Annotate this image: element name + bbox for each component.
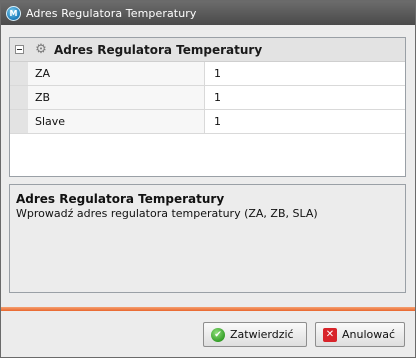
category-title: Adres Regulatora Temperatury — [54, 42, 263, 57]
window-title: Adres Regulatora Temperatury — [26, 6, 197, 20]
row-gutter — [10, 110, 28, 133]
property-value-zb[interactable]: 1 — [205, 86, 405, 109]
confirm-button[interactable]: ✔ Zatwierdzić — [203, 322, 307, 347]
property-row-slave[interactable]: Slave 1 — [10, 110, 405, 134]
app-logo-icon: M — [6, 5, 21, 21]
close-icon: ✕ — [323, 327, 337, 342]
property-name: ZA — [28, 62, 205, 85]
gear-icon: ⚙ — [35, 41, 47, 57]
property-value-za[interactable]: 1 — [205, 62, 405, 85]
property-grid: ⚙ Adres Regulatora Temperatury ZA 1 ZB 1… — [9, 37, 406, 177]
property-name: Slave — [28, 110, 205, 133]
property-name: ZB — [28, 86, 205, 109]
property-row-zb[interactable]: ZB 1 — [10, 86, 405, 110]
category-row[interactable]: ⚙ Adres Regulatora Temperatury — [10, 38, 405, 62]
button-bar: ✔ Zatwierdzić ✕ Anulować — [1, 311, 415, 357]
help-panel: Adres Regulatora Temperatury Wprowadź ad… — [9, 184, 406, 293]
cancel-button[interactable]: ✕ Anulować — [315, 322, 405, 347]
property-value-slave[interactable]: 1 — [205, 110, 405, 133]
help-description: Wprowadź adres regulatora temperatury (Z… — [16, 207, 318, 220]
title-bar: M Adres Regulatora Temperatury — [1, 1, 415, 25]
row-gutter — [10, 62, 28, 85]
property-row-za[interactable]: ZA 1 — [10, 62, 405, 86]
dialog-window: M Adres Regulatora Temperatury ⚙ Adres R… — [0, 0, 416, 358]
collapse-toggle-icon[interactable] — [15, 45, 24, 54]
help-title: Adres Regulatora Temperatury — [16, 192, 225, 206]
confirm-button-label: Zatwierdzić — [230, 328, 294, 341]
cancel-button-label: Anulować — [342, 328, 396, 341]
row-gutter — [10, 86, 28, 109]
check-icon: ✔ — [211, 327, 225, 342]
